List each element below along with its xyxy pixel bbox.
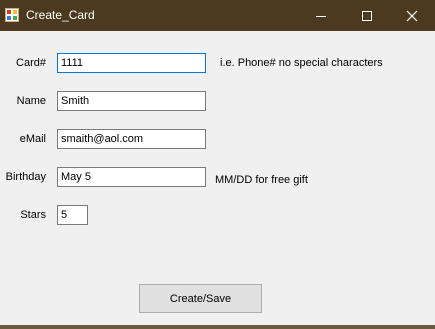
birthday-input[interactable] — [57, 167, 206, 187]
close-icon — [406, 10, 418, 21]
card-number-input[interactable] — [57, 53, 206, 73]
close-button[interactable] — [389, 0, 435, 31]
title-bar[interactable]: Create_Card — [0, 0, 435, 31]
form-body: Card# i.e. Phone# no special characters … — [0, 31, 435, 325]
email-input[interactable] — [57, 129, 206, 149]
email-label: eMail — [19, 133, 46, 145]
create-card-window: { "window": { "title": "Create_Card", "i… — [0, 0, 435, 329]
window-bottom-edge — [0, 325, 435, 329]
app-form-icon — [5, 8, 19, 22]
card-number-label: Card# — [16, 57, 46, 69]
stars-input[interactable] — [57, 205, 88, 225]
stars-label: Stars — [20, 209, 46, 221]
maximize-icon — [362, 10, 372, 21]
minimize-icon — [316, 15, 326, 17]
window-title: Create_Card — [26, 8, 95, 22]
create-save-button[interactable]: Create/Save — [139, 284, 262, 313]
name-input[interactable] — [57, 91, 206, 111]
minimize-button[interactable] — [298, 0, 344, 31]
card-number-hint: i.e. Phone# no special characters — [220, 57, 383, 69]
maximize-button[interactable] — [344, 0, 390, 31]
birthday-label: Birthday — [5, 171, 46, 183]
birthday-hint: MM/DD for free gift — [215, 174, 308, 186]
name-label: Name — [16, 95, 46, 107]
